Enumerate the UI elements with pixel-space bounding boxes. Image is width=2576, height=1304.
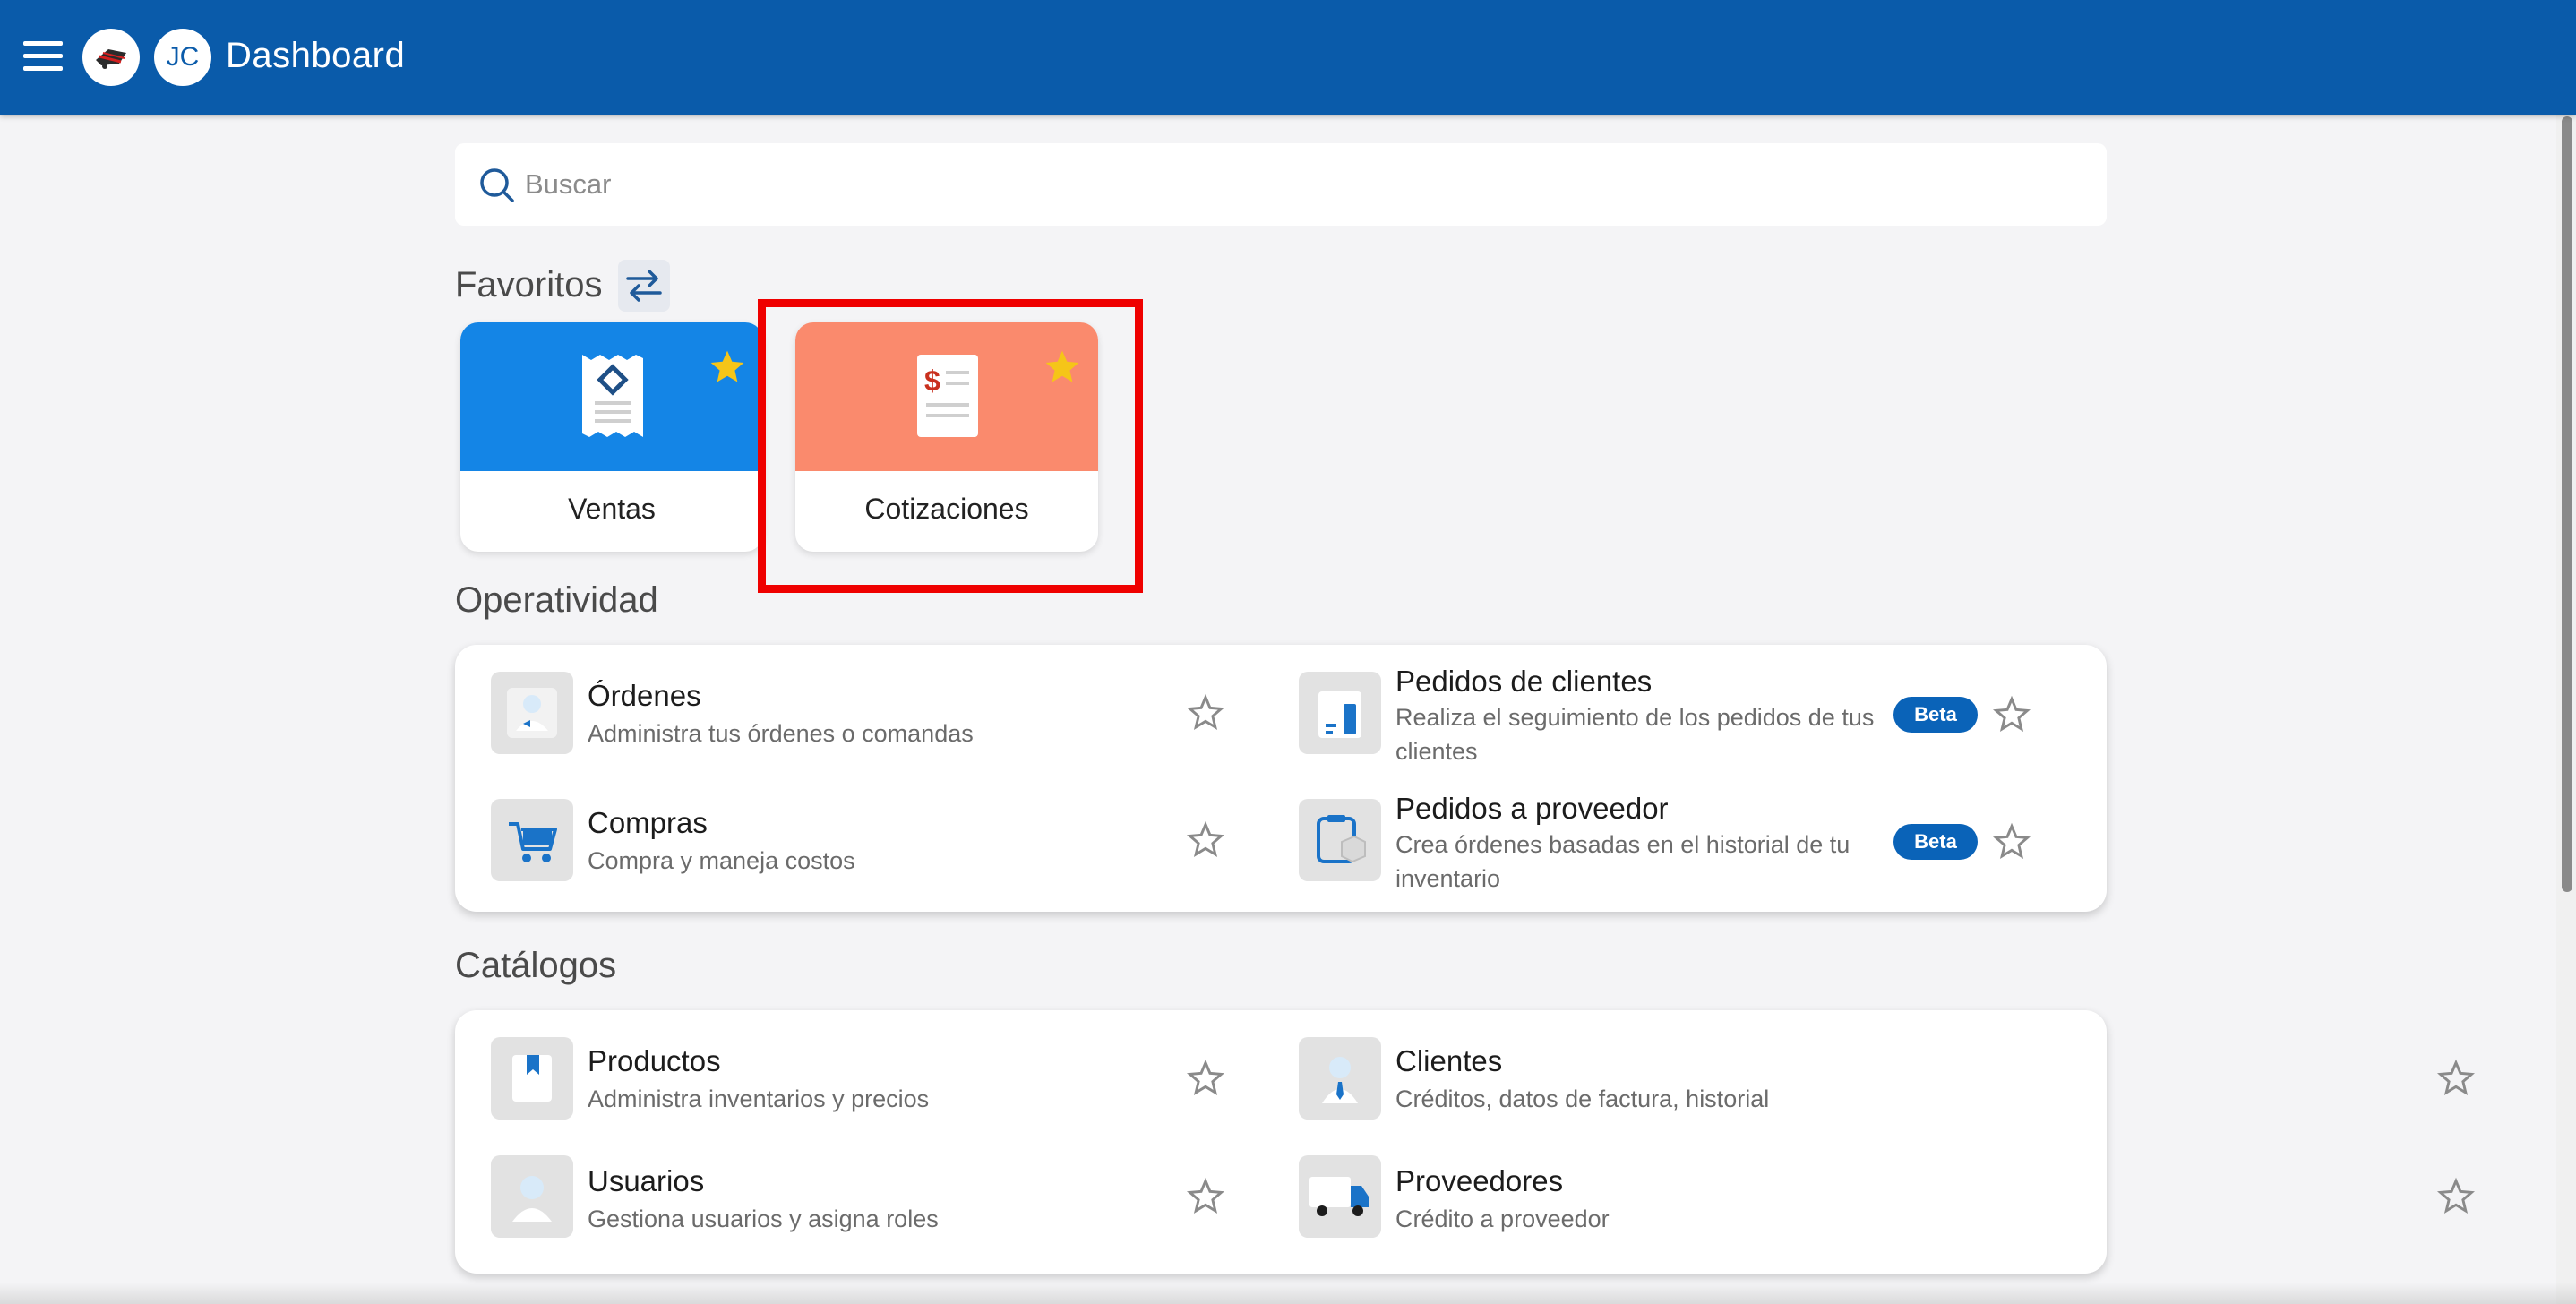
star-outline-icon[interactable] — [1992, 822, 2031, 862]
item-subtitle: Administra inventarios y precios — [588, 1085, 930, 1112]
quote-document-icon: $ — [917, 355, 978, 437]
scrollbar-thumb[interactable] — [2562, 116, 2572, 892]
item-subtitle: Administra tus órdenes o comandas — [588, 720, 974, 747]
item-subtitle: Créditos, datos de factura, historial — [1395, 1085, 1770, 1112]
star-filled-icon[interactable] — [1043, 347, 1082, 387]
operatividad-card: Órdenes Administra tus órdenes o comanda… — [455, 645, 2107, 912]
item-title: Productos — [588, 1044, 721, 1077]
search-bar[interactable] — [455, 143, 2107, 226]
logo-icon — [96, 49, 126, 69]
tile-label: Cotizaciones — [864, 493, 1029, 525]
customer-orders-icon — [1299, 672, 1381, 754]
item-title: Pedidos a proveedor — [1395, 792, 1669, 825]
item-title: Órdenes — [588, 679, 701, 712]
swap-favorites-button[interactable] — [618, 260, 670, 312]
star-outline-icon[interactable] — [1186, 1177, 1225, 1216]
client-icon — [1299, 1037, 1381, 1120]
app-logo[interactable] — [82, 29, 140, 86]
favorite-tile-ventas[interactable]: Ventas — [460, 322, 763, 552]
item-title: Proveedores — [1395, 1164, 1564, 1197]
beta-badge: Beta — [1893, 697, 1978, 733]
app-bar: JC Dashboard — [0, 0, 2576, 115]
catalogos-card: Productos Administra inventarios y preci… — [455, 1010, 2475, 1274]
item-subtitle: Crédito a proveedor — [1395, 1205, 1610, 1232]
item-title: Clientes — [1395, 1044, 1503, 1077]
user-avatar[interactable]: JC — [154, 29, 211, 86]
star-outline-icon[interactable] — [1186, 1059, 1225, 1098]
item-title: Pedidos de clientes — [1395, 665, 1653, 698]
list-item-usuarios[interactable]: Usuarios Gestiona usuarios y asigna role… — [455, 1136, 1243, 1243]
orders-icon — [491, 672, 573, 754]
star-outline-icon[interactable] — [1186, 693, 1225, 733]
item-title: Usuarios — [588, 1164, 705, 1197]
page-title: Dashboard — [226, 36, 406, 75]
list-item-productos[interactable]: Productos Administra inventarios y preci… — [455, 1010, 1243, 1120]
swap-arrows-icon — [626, 270, 662, 302]
star-outline-icon[interactable] — [2436, 1059, 2476, 1098]
star-outline-icon[interactable] — [2436, 1177, 2476, 1216]
item-subtitle-line1: Realiza el seguimiento de los pedidos de… — [1395, 704, 1875, 731]
star-filled-icon[interactable] — [708, 347, 747, 387]
tile-label: Ventas — [568, 493, 656, 525]
product-icon — [491, 1037, 573, 1120]
favorites-title: Favoritos — [455, 265, 603, 305]
catalogos-title: Catálogos — [455, 946, 617, 985]
receipt-icon — [582, 355, 643, 437]
item-subtitle-line2: inventario — [1395, 865, 1501, 892]
item-subtitle-line1: Crea órdenes basadas en el historial de … — [1395, 831, 1850, 858]
item-subtitle: Compra y maneja costos — [588, 847, 855, 874]
bottom-fade — [0, 1283, 2576, 1304]
list-item-clientes[interactable]: Clientes Créditos, datos de factura, his… — [1263, 1010, 2475, 1120]
search-input[interactable] — [525, 161, 2048, 208]
user-icon — [491, 1155, 573, 1238]
search-icon — [480, 168, 514, 202]
menu-icon[interactable] — [23, 41, 63, 73]
truck-icon — [1299, 1155, 1381, 1238]
item-subtitle-line2: clientes — [1395, 738, 1478, 765]
operatividad-title: Operatividad — [455, 580, 658, 620]
supplier-orders-icon — [1299, 799, 1381, 881]
item-subtitle: Gestiona usuarios y asigna roles — [588, 1205, 939, 1232]
star-outline-icon[interactable] — [1186, 820, 1225, 860]
list-item-ordenes[interactable]: Órdenes Administra tus órdenes o comanda… — [455, 645, 1243, 754]
cart-icon — [491, 799, 573, 881]
list-item-proveedores[interactable]: Proveedores Crédito a proveedor — [1263, 1136, 2475, 1243]
svg-text:$: $ — [924, 365, 940, 397]
beta-badge: Beta — [1893, 824, 1978, 860]
item-title: Compras — [588, 806, 708, 839]
list-item-compras[interactable]: Compras Compra y maneja costos — [455, 779, 1243, 887]
star-outline-icon[interactable] — [1992, 695, 2031, 734]
favorite-tile-cotizaciones[interactable]: $ Cotizaciones — [795, 322, 1098, 552]
